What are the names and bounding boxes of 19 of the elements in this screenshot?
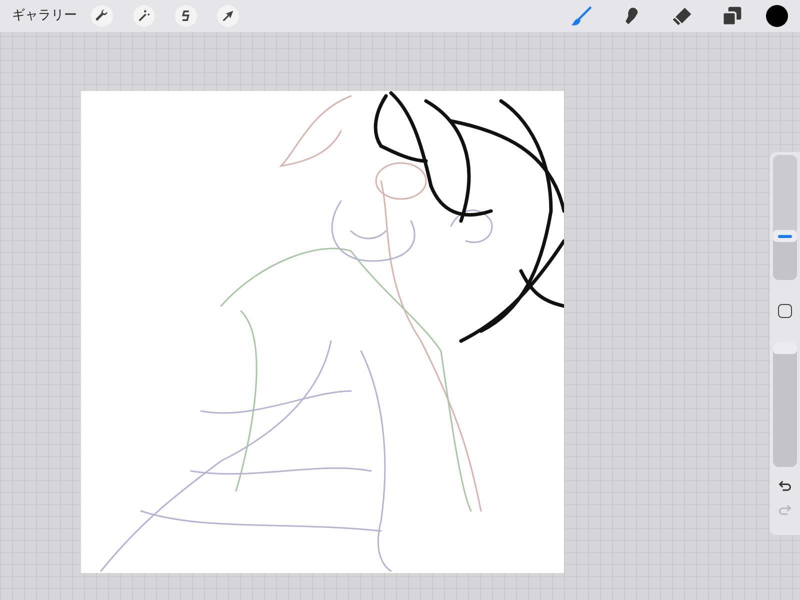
tool-button[interactable] [175, 5, 197, 27]
color-swatch[interactable] [766, 5, 788, 27]
eyedropper-button[interactable] [778, 304, 792, 318]
brush-icon [571, 5, 593, 27]
layers-icon [721, 5, 743, 27]
eraser-icon [671, 5, 693, 27]
arrow-icon [221, 9, 235, 23]
wrench-icon [95, 9, 109, 23]
brush-size-slider[interactable] [773, 155, 797, 280]
tool-button[interactable] [217, 5, 239, 27]
undo-button[interactable] [778, 479, 792, 493]
tool-button[interactable] [133, 5, 155, 27]
magic-wand-icon [137, 9, 151, 23]
gallery-button[interactable]: ギャラリー [12, 6, 77, 26]
redo-icon [778, 503, 792, 517]
undo-icon [778, 479, 792, 493]
tool-button[interactable] [91, 5, 113, 27]
slider-thumb[interactable] [773, 230, 797, 242]
slider-thumb[interactable] [773, 342, 797, 354]
